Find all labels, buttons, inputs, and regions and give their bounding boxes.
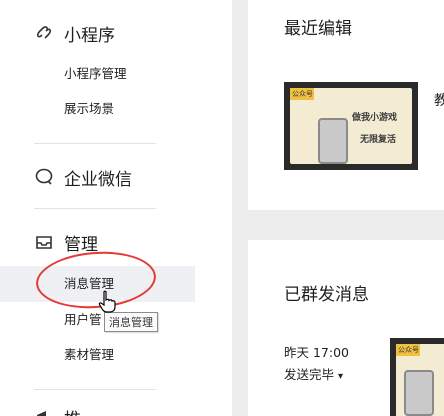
phone-in-hand-image	[404, 370, 434, 416]
highlight-annotation	[34, 247, 158, 313]
divider	[34, 143, 156, 144]
thumbnail-image: 公众号	[396, 344, 444, 416]
sidebar-section-manage[interactable]: 管理	[34, 229, 98, 255]
send-status[interactable]: 发送完毕 ▾	[284, 364, 343, 383]
sidebar-section-wecom[interactable]: 企业微信	[34, 164, 132, 190]
sidebar-item-miniprogram-manage[interactable]: 小程序管理	[64, 64, 127, 84]
sidebar-item-user-manage[interactable]: 用户管	[64, 310, 102, 330]
card-title: 已群发消息	[284, 285, 369, 305]
sidebar-section-title: 推	[64, 405, 81, 416]
sidebar-section-title: 管理	[64, 234, 98, 255]
sent-article-thumbnail[interactable]: 公众号	[390, 338, 444, 416]
sidebar-section-promote[interactable]: 推	[34, 404, 81, 416]
hand-cursor-icon	[98, 290, 116, 313]
divider	[34, 208, 156, 209]
tooltip: 消息管理	[104, 312, 158, 332]
article-thumbnail[interactable]: 公众号 做我小游戏 无限复活	[284, 82, 418, 170]
wechat-admin-page: 小程序 小程序管理 展示场景 企业微信 管理 消息管理 用户管 素材管理 消息管…	[0, 0, 444, 416]
sidebar: 小程序 小程序管理 展示场景 企业微信 管理 消息管理 用户管 素材管理 消息管…	[0, 0, 232, 416]
sidebar-item-material-manage[interactable]: 素材管理	[64, 345, 114, 365]
account-badge: 公众号	[290, 88, 314, 100]
thumbnail-text: 无限复活	[360, 135, 397, 145]
recent-edit-card: 最近编辑 公众号 做我小游戏 无限复活 教	[248, 0, 444, 210]
sidebar-item-display-scenes[interactable]: 展示场景	[64, 99, 114, 119]
card-title: 最近编辑	[284, 19, 352, 39]
thumbnail-text: 做我小游戏	[352, 113, 398, 123]
sidebar-section-title: 小程序	[64, 25, 115, 46]
mass-sent-card: 已群发消息 昨天 17:00 发送完毕 ▾ 公众号	[248, 240, 444, 416]
sidebar-section-miniprogram[interactable]: 小程序	[34, 20, 115, 46]
chevron-down-icon: ▾	[338, 371, 344, 382]
divider	[34, 389, 156, 390]
sidebar-section-title: 企业微信	[64, 169, 132, 190]
chat-bubble-icon	[35, 168, 53, 185]
send-status-label: 发送完毕	[284, 367, 335, 382]
account-badge: 公众号	[396, 344, 420, 356]
inbox-icon	[36, 236, 52, 249]
link-icon	[37, 26, 51, 39]
phone-in-hand-image	[318, 118, 348, 164]
megaphone-icon	[37, 411, 46, 416]
article-title-partial[interactable]: 教	[434, 90, 444, 110]
sent-time: 昨天 17:00	[284, 345, 349, 360]
thumbnail-image: 公众号 做我小游戏 无限复活	[290, 88, 412, 164]
